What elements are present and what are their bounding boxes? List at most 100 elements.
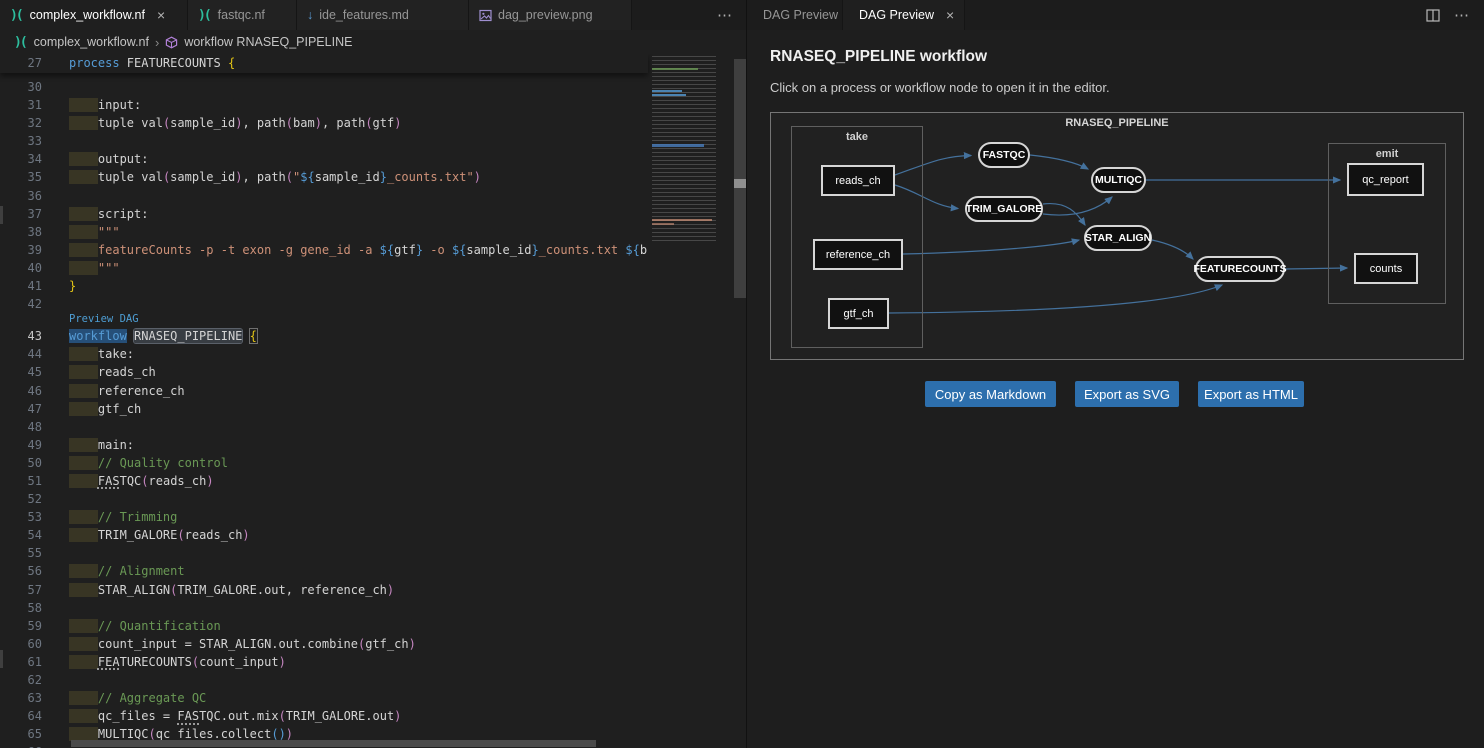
dag-node-FEATURECOUNTS[interactable]: FEATURECOUNTS — [1195, 256, 1285, 282]
code-line[interactable]: 41} — [0, 277, 648, 295]
more-actions-icon[interactable]: ⋯ — [717, 6, 733, 24]
code-line[interactable]: 45 reads_ch — [0, 363, 648, 381]
code-line[interactable]: 55 — [0, 544, 648, 562]
breadcrumb-file[interactable]: complex_workflow.nf — [34, 35, 149, 49]
line-number: 35 — [0, 168, 42, 186]
dag-node-TRIM_GALORE[interactable]: TRIM_GALORE — [965, 196, 1043, 222]
code-line[interactable]: 62 — [0, 671, 648, 689]
tab-dag-preview-png[interactable]: dag_preview.png — [469, 0, 632, 30]
dag-node-reference_ch[interactable]: reference_ch — [813, 239, 903, 270]
code-line[interactable]: 34 output: — [0, 150, 648, 168]
code-line[interactable]: 32 tuple val(sample_id), path(bam), path… — [0, 114, 648, 132]
sticky-line-number: 27 — [0, 54, 42, 73]
line-number: 61 — [0, 653, 42, 671]
line-number: 63 — [0, 689, 42, 707]
minimap-mark — [652, 94, 686, 96]
dag-node-gtf_ch[interactable]: gtf_ch — [828, 298, 889, 329]
nextflow-icon: )( — [14, 35, 26, 50]
editor-group-divider[interactable] — [746, 0, 747, 748]
dag-cluster-take-label: take — [792, 131, 922, 143]
tab-fastqc[interactable]: )( fastqc.nf — [188, 0, 297, 30]
code-line[interactable]: 61 FEATURECOUNTS(count_input) — [0, 653, 648, 671]
dag-node-FASTQC[interactable]: FASTQC — [978, 142, 1030, 168]
code-line[interactable]: 35 tuple val(sample_id), path("${sample_… — [0, 168, 648, 186]
code-line[interactable]: 59 // Quantification — [0, 617, 648, 635]
line-number: 42 — [0, 295, 42, 313]
tab-ide-features[interactable]: ↓ ide_features.md — [297, 0, 469, 30]
code-line[interactable]: 37 script: — [0, 205, 648, 223]
line-number: 40 — [0, 259, 42, 277]
code-line[interactable]: 46 reference_ch — [0, 382, 648, 400]
line-number: 54 — [0, 526, 42, 544]
code-line[interactable]: 49 main: — [0, 436, 648, 454]
dag-node-label: counts — [1370, 263, 1402, 275]
dag-preview-panel: RNASEQ_PIPELINE workflow Click on a proc… — [747, 30, 1484, 748]
nextflow-icon: )( — [10, 8, 22, 23]
line-number: 50 — [0, 454, 42, 472]
dag-edge-reference_ch-STAR_ALIGN — [903, 240, 1079, 254]
tab-complex-workflow[interactable]: )( complex_workflow.nf × — [0, 0, 188, 30]
code-line[interactable]: 60 count_input = STAR_ALIGN.out.combine(… — [0, 635, 648, 653]
export-as-svg-button[interactable]: Export as SVG — [1075, 381, 1179, 407]
dag-node-STAR_ALIGN[interactable]: STAR_ALIGN — [1084, 225, 1152, 251]
code-line[interactable]: 36 — [0, 187, 648, 205]
line-number: 51 — [0, 472, 42, 490]
code-line[interactable]: 56 // Alignment — [0, 562, 648, 580]
horizontal-scrollbar-thumb[interactable] — [71, 740, 596, 747]
tab-label: ide_features.md — [319, 8, 409, 22]
line-number: 48 — [0, 418, 42, 436]
code-line[interactable]: 43workflow RNASEQ_PIPELINE { — [0, 327, 648, 345]
markdown-icon: ↓ — [307, 8, 313, 22]
code-line[interactable]: 63 // Aggregate QC — [0, 689, 648, 707]
code-line[interactable]: 57 STAR_ALIGN(TRIM_GALORE.out, reference… — [0, 581, 648, 599]
code-line[interactable]: 53 // Trimming — [0, 508, 648, 526]
code-line[interactable]: 44 take: — [0, 345, 648, 363]
split-editor-icon[interactable] — [1426, 9, 1440, 22]
code-line[interactable]: 39 featureCounts -p -t exon -g gene_id -… — [0, 241, 648, 259]
code-line[interactable]: 40 """ — [0, 259, 648, 277]
dag-node-reads_ch[interactable]: reads_ch — [821, 165, 895, 196]
breadcrumb-symbol[interactable]: workflow RNASEQ_PIPELINE — [184, 35, 352, 49]
copy-as-markdown-button[interactable]: Copy as Markdown — [925, 381, 1056, 407]
code-line[interactable]: 58 — [0, 599, 648, 617]
codelens-preview-dag[interactable]: Preview DAG — [0, 313, 648, 327]
line-number: 31 — [0, 96, 42, 114]
dag-node-label: FASTQC — [983, 149, 1026, 161]
line-number: 53 — [0, 508, 42, 526]
code-line[interactable]: 42 — [0, 295, 648, 313]
line-number: 60 — [0, 635, 42, 653]
code-editor[interactable]: 27 process FEATURECOUNTS { 3031 input:32… — [0, 54, 747, 748]
code-line[interactable]: 54 TRIM_GALORE(reads_ch) — [0, 526, 648, 544]
tab-dag-preview-inactive[interactable]: DAG Preview — [747, 0, 843, 30]
export-as-html-button[interactable]: Export as HTML — [1198, 381, 1304, 407]
line-number: 39 — [0, 241, 42, 259]
more-actions-icon[interactable]: ⋯ — [1454, 6, 1470, 24]
dag-node-counts[interactable]: counts — [1354, 253, 1418, 284]
code-line[interactable]: 31 input: — [0, 96, 648, 114]
right-tab-bar: DAG Preview DAG Preview × ⋯ — [747, 0, 1484, 30]
code-line[interactable]: 48 — [0, 418, 648, 436]
code-line[interactable]: 33 — [0, 132, 648, 150]
code-line[interactable]: 47 gtf_ch — [0, 400, 648, 418]
code-line[interactable]: 64 qc_files = FASTQC.out.mix(TRIM_GALORE… — [0, 707, 648, 725]
dag-node-MULTIQC[interactable]: MULTIQC — [1091, 167, 1146, 193]
line-number: 38 — [0, 223, 42, 241]
sticky-line[interactable]: 27 process FEATURECOUNTS { — [0, 54, 648, 73]
minimap[interactable] — [648, 54, 733, 748]
code-line[interactable]: 38 """ — [0, 223, 648, 241]
line-number: 66 — [0, 743, 42, 748]
dag-node-qc_report[interactable]: qc_report — [1347, 163, 1424, 196]
line-number: 65 — [0, 725, 42, 743]
code-line[interactable]: 30 — [0, 78, 648, 96]
code-line[interactable]: 51 FASTQC(reads_ch) — [0, 472, 648, 490]
minimap-selection — [652, 144, 704, 147]
close-icon[interactable]: × — [946, 8, 954, 22]
minimap-mark — [652, 90, 682, 92]
vertical-scrollbar[interactable] — [733, 54, 747, 748]
code-line[interactable]: 52 — [0, 490, 648, 508]
close-icon[interactable]: × — [157, 8, 165, 22]
line-number: 43 — [0, 327, 42, 345]
tab-dag-preview-active[interactable]: DAG Preview × — [843, 0, 965, 30]
code-line[interactable]: 50 // Quality control — [0, 454, 648, 472]
dag-node-label: reads_ch — [835, 175, 880, 187]
